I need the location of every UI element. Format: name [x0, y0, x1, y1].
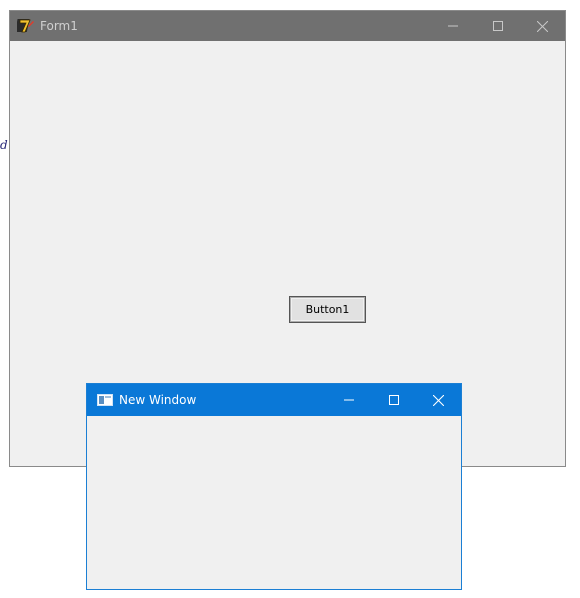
- maximize-icon: [388, 395, 399, 405]
- new-window-minimize-button[interactable]: [326, 384, 371, 416]
- form1-title: Form1: [40, 19, 78, 33]
- maximize-icon: [492, 21, 503, 31]
- window-app-icon[interactable]: [97, 392, 113, 408]
- form1-maximize-button[interactable]: [475, 11, 520, 41]
- minimize-icon: [343, 399, 354, 401]
- close-icon: [433, 394, 444, 406]
- new-window-close-button[interactable]: [416, 384, 461, 416]
- form1-close-button[interactable]: [520, 11, 565, 41]
- new-window-maximize-button[interactable]: [371, 384, 416, 416]
- new-window-title: New Window: [119, 393, 197, 407]
- new-window-titlebar[interactable]: New Window: [87, 384, 461, 416]
- new-window-caption-buttons: [326, 384, 461, 416]
- form1-titlebar[interactable]: Form1: [10, 11, 565, 41]
- delphi-app-icon[interactable]: [17, 17, 35, 35]
- new-window: New Window: [86, 383, 462, 590]
- form1-minimize-button[interactable]: [430, 11, 475, 41]
- form1-caption-buttons: [430, 11, 565, 41]
- minimize-icon: [447, 25, 458, 27]
- button1[interactable]: Button1: [290, 297, 365, 322]
- close-icon: [537, 20, 548, 32]
- background-text-fragment: d: [0, 138, 8, 152]
